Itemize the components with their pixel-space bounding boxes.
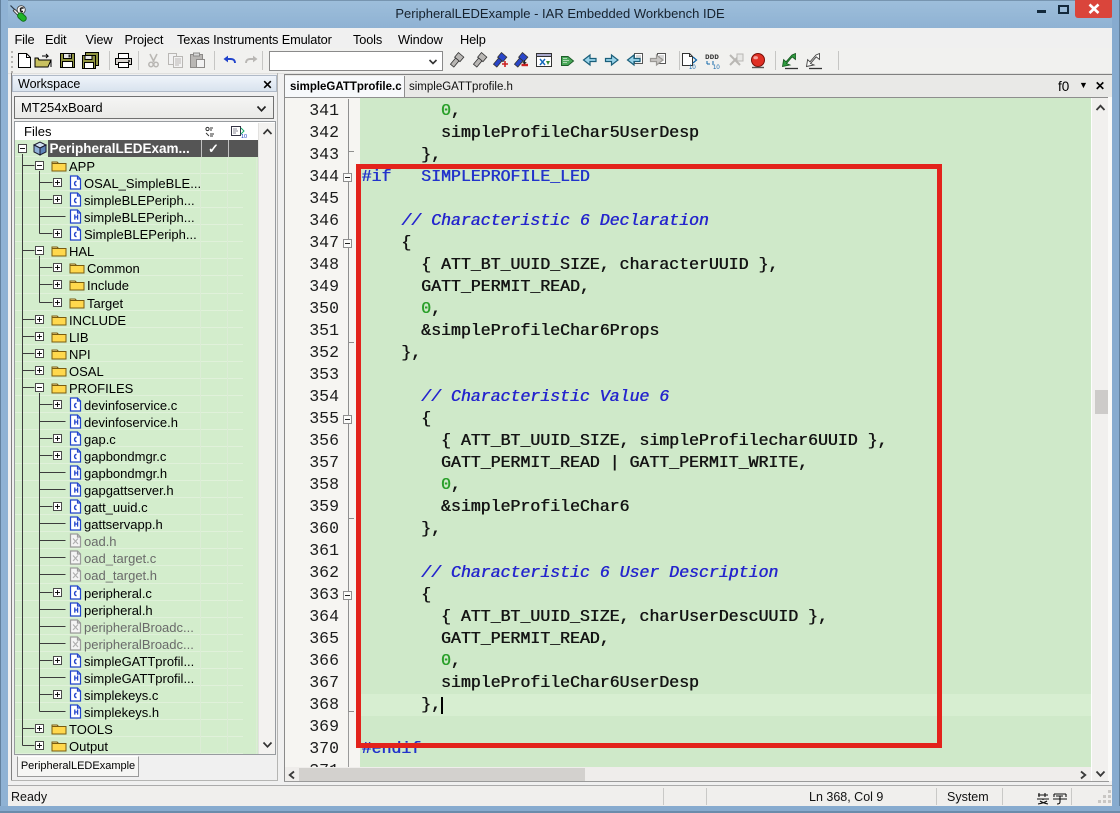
svg-text:10: 10 [241, 134, 247, 139]
svg-text:10: 10 [689, 65, 696, 70]
svg-text:ᴅᴅᴅ: ᴅᴅᴅ [705, 52, 719, 61]
svg-text:10: 10 [713, 65, 720, 70]
